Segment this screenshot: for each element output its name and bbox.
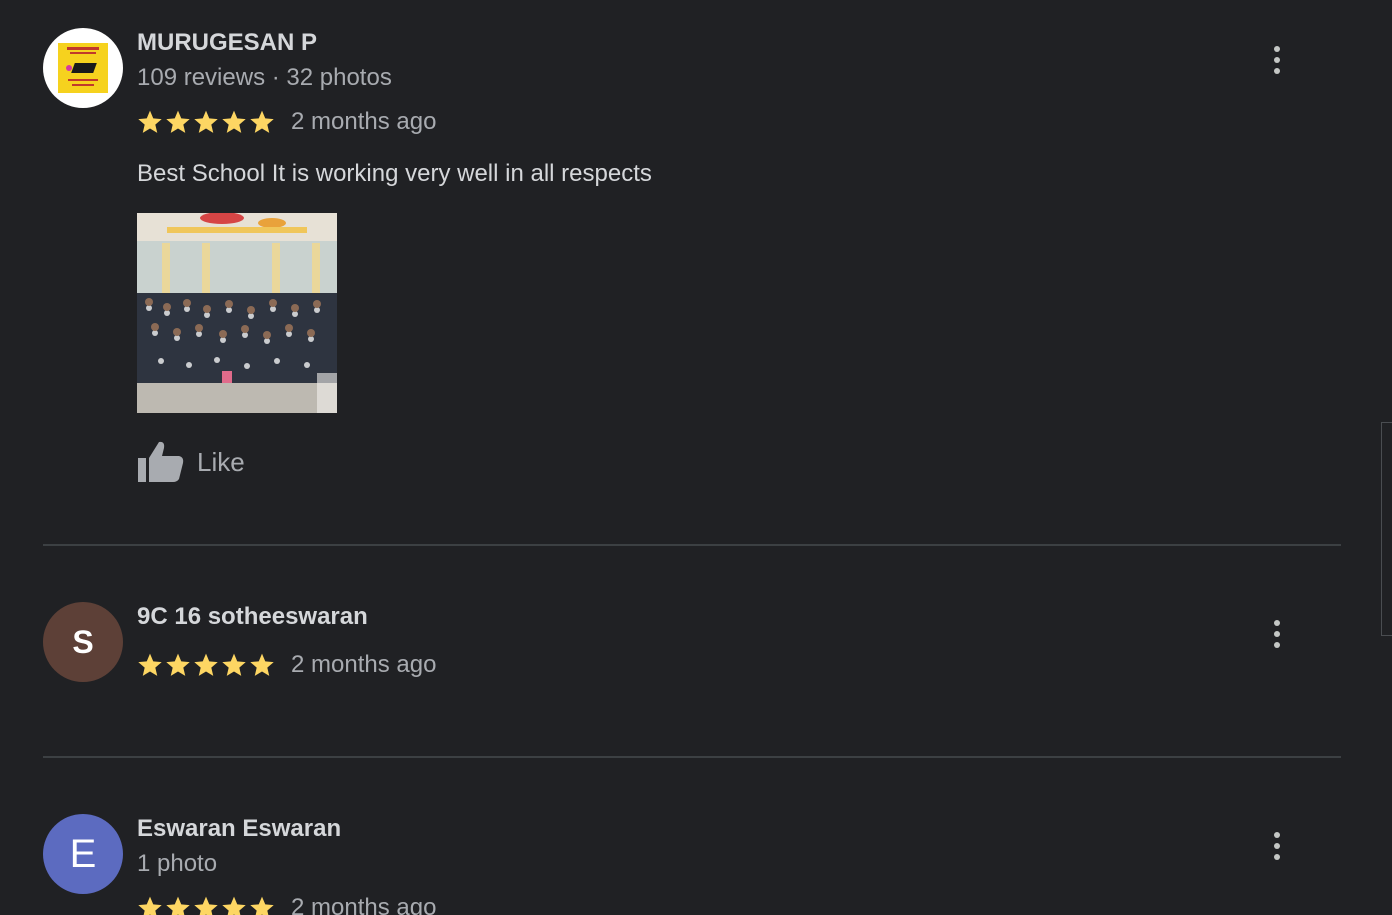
star-icon [250, 653, 274, 676]
reviewer-avatar[interactable]: E [43, 814, 123, 894]
star-rating [137, 895, 275, 915]
rating-row: 2 months ago [137, 651, 436, 679]
review-time: 2 months ago [291, 108, 437, 135]
rating-row: 2 months ago [137, 108, 436, 136]
more-options-button[interactable] [1262, 616, 1292, 652]
reviewer-stats: 1 photo [137, 850, 218, 877]
reviewer-name[interactable]: MURUGESAN P [137, 29, 317, 57]
star-icon [222, 653, 246, 676]
more-vert-icon [1274, 46, 1280, 52]
star-icon [222, 110, 246, 133]
star-icon [194, 896, 218, 915]
review-photo[interactable] [137, 213, 337, 413]
reviewer-avatar[interactable]: S [43, 602, 123, 682]
reviewer-name[interactable]: 9C 16 sotheeswaran [137, 603, 368, 631]
star-icon [250, 110, 274, 133]
star-icon [250, 896, 274, 915]
more-options-button[interactable] [1262, 828, 1292, 864]
review-text: Best School It is working very well in a… [137, 160, 652, 187]
star-icon [194, 653, 218, 676]
reviewer-name[interactable]: Eswaran Eswaran [137, 815, 341, 843]
rating-row: 2 months ago [137, 894, 436, 915]
star-icon [166, 110, 190, 133]
scrollbar-edge[interactable] [1381, 422, 1392, 636]
thumbs-up-icon [138, 441, 184, 482]
star-icon [166, 653, 190, 676]
review-divider [43, 756, 1341, 758]
photo-content [137, 213, 337, 413]
review-divider [43, 544, 1341, 546]
star-icon [138, 653, 162, 676]
school-logo-image [58, 43, 108, 93]
review-time: 2 months ago [291, 651, 437, 678]
star-icon [222, 896, 246, 915]
more-vert-icon [1274, 832, 1280, 838]
avatar-letter: S [72, 623, 94, 660]
star-icon [166, 896, 190, 915]
star-rating [137, 109, 275, 135]
review-time: 2 months ago [291, 894, 437, 915]
like-button[interactable]: Like [137, 440, 245, 484]
more-options-button[interactable] [1262, 42, 1292, 78]
star-icon [138, 896, 162, 915]
reviews-panel: MURUGESAN P 109 reviews · 32 photos 2 mo… [0, 0, 1392, 915]
like-label: Like [197, 446, 245, 477]
star-icon [138, 110, 162, 133]
star-rating [137, 652, 275, 678]
more-vert-icon [1274, 620, 1280, 626]
star-icon [194, 110, 218, 133]
reviewer-avatar[interactable] [43, 28, 123, 108]
reviewer-stats: 109 reviews · 32 photos [137, 64, 392, 91]
avatar-letter: E [69, 831, 97, 876]
